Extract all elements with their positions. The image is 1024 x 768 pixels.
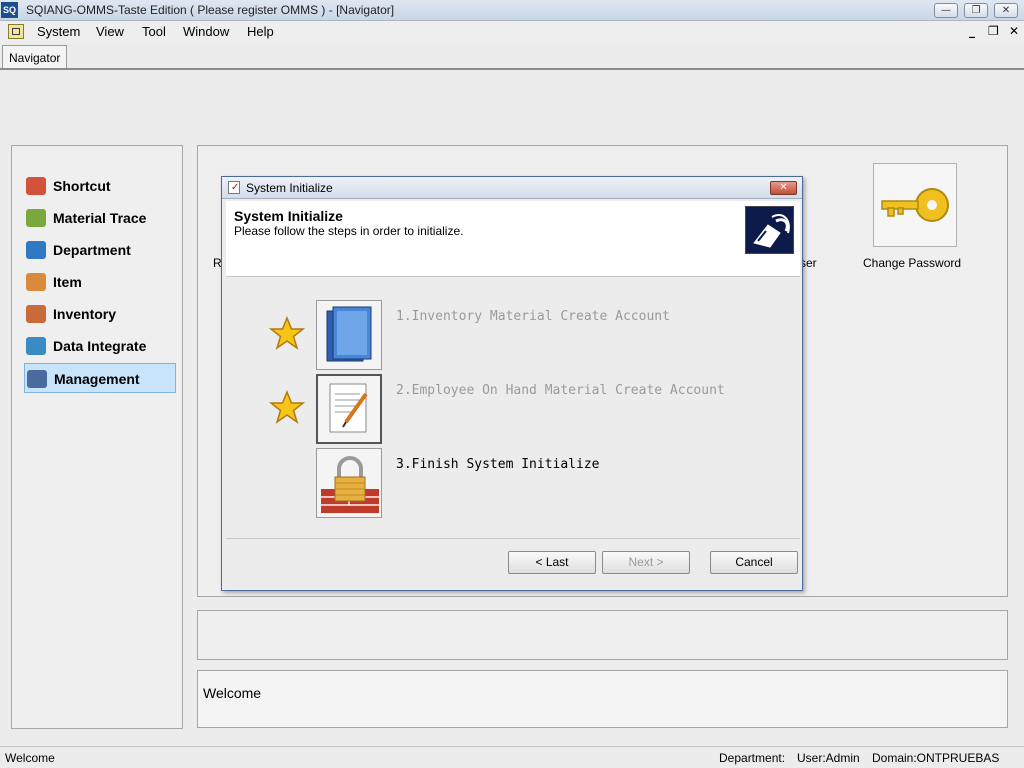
status-domain: Domain:ONTPRUEBAS bbox=[872, 751, 1000, 765]
document-edit-icon[interactable] bbox=[316, 374, 382, 444]
nav-label: Material Trace bbox=[53, 210, 147, 226]
building-icon bbox=[26, 241, 46, 259]
nav-label: Inventory bbox=[53, 306, 117, 322]
app-icon: SQ bbox=[1, 2, 18, 18]
check-glyph: ✓ bbox=[231, 182, 240, 193]
status-user: User:Admin bbox=[797, 751, 860, 765]
tab-navigator[interactable]: Navigator bbox=[2, 45, 67, 69]
mdi-restore-icon[interactable]: ❐ bbox=[988, 24, 999, 38]
menu-window[interactable]: Window bbox=[183, 24, 229, 39]
database-icon bbox=[26, 337, 46, 355]
status-bar: Welcome Department: User:Admin Domain:ON… bbox=[0, 746, 1024, 768]
house-icon bbox=[26, 177, 46, 195]
info-panel bbox=[197, 610, 1008, 660]
dialog-header: System Initialize Please follow the step… bbox=[226, 201, 800, 277]
pencil-icon bbox=[26, 209, 46, 227]
system-initialize-dialog: ✓ System Initialize ✕ System Initialize … bbox=[221, 176, 803, 591]
nav-item-data-integrate[interactable]: Data Integrate bbox=[24, 331, 176, 361]
dialog-header-title: System Initialize bbox=[234, 208, 343, 224]
menu-view[interactable]: View bbox=[96, 24, 124, 39]
nav-label: Shortcut bbox=[53, 178, 111, 194]
warehouse-icon bbox=[26, 305, 46, 323]
welcome-text: Welcome bbox=[203, 685, 262, 701]
nav-label: Item bbox=[53, 274, 82, 290]
system-menu-icon[interactable] bbox=[8, 24, 24, 39]
welcome-panel: Welcome bbox=[197, 670, 1008, 728]
cancel-button[interactable]: Cancel bbox=[710, 551, 798, 574]
key-icon bbox=[881, 188, 949, 222]
nav-item-material-trace[interactable]: Material Trace bbox=[24, 203, 176, 233]
maximize-icon: ❐ bbox=[971, 5, 981, 16]
network-plug-icon bbox=[745, 206, 794, 254]
tools-icon bbox=[27, 370, 47, 388]
mdi-close-icon[interactable]: ✕ bbox=[1009, 24, 1019, 38]
nav-item-inventory[interactable]: Inventory bbox=[24, 299, 176, 329]
books-icon[interactable] bbox=[316, 300, 382, 370]
dialog-close-button[interactable]: ✕ bbox=[770, 181, 797, 195]
lock-wall-icon[interactable] bbox=[316, 448, 382, 518]
change-password-tile[interactable] bbox=[873, 163, 957, 247]
status-message: Welcome bbox=[5, 751, 55, 765]
nav-item-management[interactable]: Management bbox=[24, 363, 176, 393]
boxes-icon bbox=[26, 273, 46, 291]
step-3-label: 3.Finish System Initialize bbox=[396, 457, 600, 472]
nav-label: Department bbox=[53, 242, 131, 258]
nav-item-shortcut[interactable]: Shortcut bbox=[24, 171, 176, 201]
next-button[interactable]: Next > bbox=[602, 551, 690, 574]
nav-label: Management bbox=[54, 371, 140, 387]
step-2-label: 2.Employee On Hand Material Create Accou… bbox=[396, 383, 725, 398]
checklist-icon: ✓ bbox=[228, 181, 240, 194]
left-navigation: Shortcut Material Trace Department Item … bbox=[11, 145, 183, 729]
nav-item-department[interactable]: Department bbox=[24, 235, 176, 265]
window-title: SQIANG-OMMS-Taste Edition ( Please regis… bbox=[26, 3, 395, 17]
status-department: Department: bbox=[719, 751, 786, 765]
dialog-footer: < Last Next > Cancel bbox=[226, 541, 800, 589]
menu-system[interactable]: System bbox=[37, 24, 80, 39]
window-close-button[interactable]: ✕ bbox=[994, 3, 1018, 18]
window-minimize-button[interactable]: — bbox=[934, 3, 958, 18]
title-bar[interactable]: SQ SQIANG-OMMS-Taste Edition ( Please re… bbox=[0, 0, 1024, 21]
last-button[interactable]: < Last bbox=[508, 551, 596, 574]
star-icon bbox=[269, 390, 305, 424]
nav-label: Data Integrate bbox=[53, 338, 147, 354]
step-1-label: 1.Inventory Material Create Account bbox=[396, 309, 670, 324]
change-password-label: Change Password bbox=[863, 256, 962, 270]
tab-divider bbox=[0, 68, 1024, 70]
menu-tool[interactable]: Tool bbox=[142, 24, 166, 39]
star-icon bbox=[269, 316, 305, 350]
mdi-minimize-icon[interactable]: _ bbox=[969, 24, 975, 38]
nav-item-item[interactable]: Item bbox=[24, 267, 176, 297]
minimize-icon: — bbox=[941, 5, 951, 16]
dialog-title: System Initialize bbox=[246, 181, 333, 195]
menu-help[interactable]: Help bbox=[247, 24, 274, 39]
window-maximize-button[interactable]: ❐ bbox=[964, 3, 988, 18]
close-icon: ✕ bbox=[1001, 5, 1011, 16]
dialog-steps: 1.Inventory Material Create Account 2.Em… bbox=[226, 279, 800, 539]
dialog-title-bar[interactable]: ✓ System Initialize ✕ bbox=[222, 177, 802, 199]
menu-bar: System View Tool Window Help bbox=[0, 21, 1024, 43]
dialog-header-subtitle: Please follow the steps in order to init… bbox=[234, 224, 464, 238]
